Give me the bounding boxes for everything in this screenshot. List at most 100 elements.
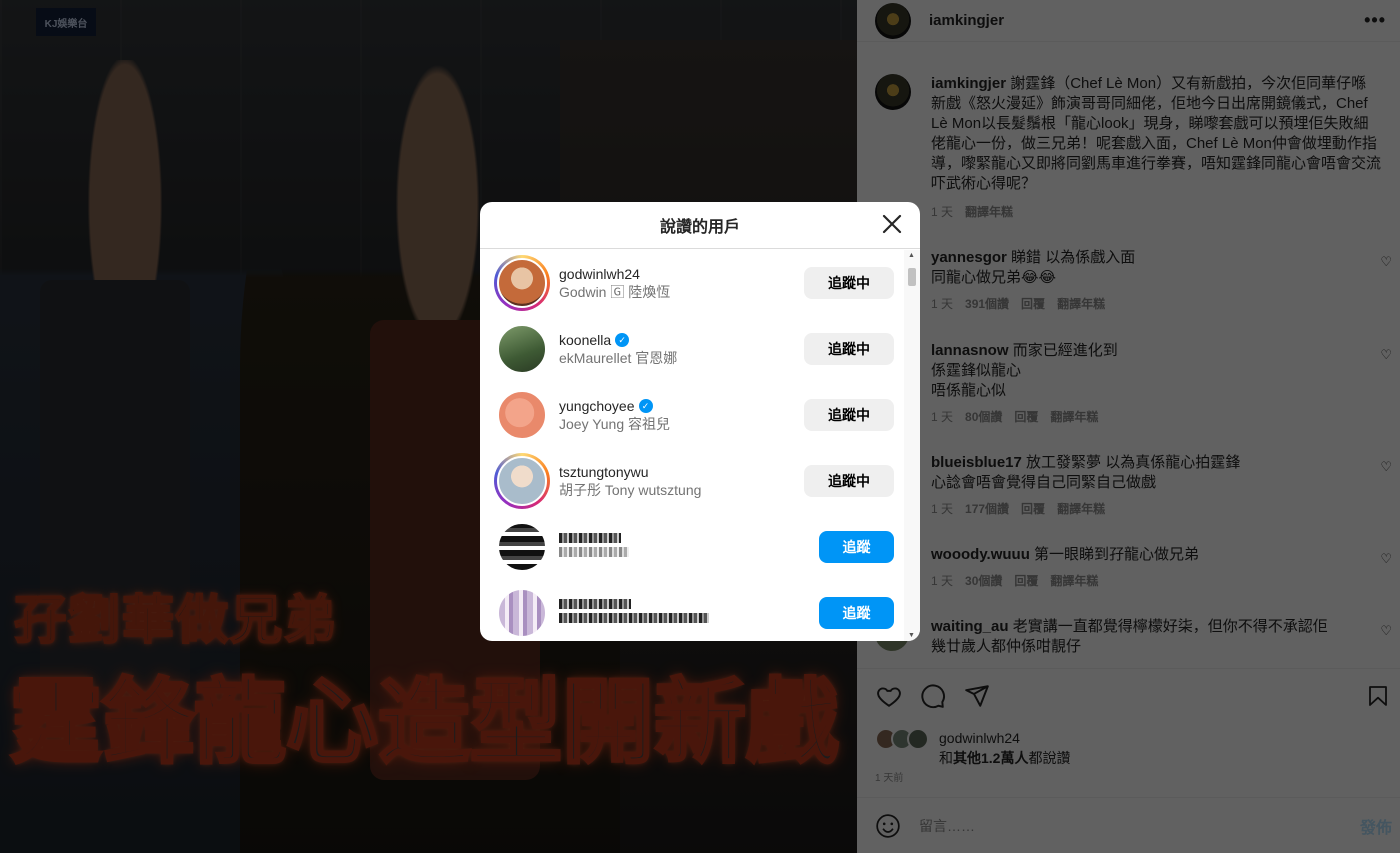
verified-badge-icon: ✓ [638,399,653,413]
liker-row: tsztungtonywu 胡子彤 Tony wutsztung 追蹤中 [480,448,904,514]
likes-dialog: 說讚的用戶 godwinlwh24 Godwin 🄶 陸煥恆 追蹤中 koone… [480,202,920,641]
liker-fullname: 胡子彤 Tony wutsztung [559,482,702,498]
comment-text: 放工發緊夢 以為真係龍心拍霆鋒 [1026,454,1241,471]
caption-translate[interactable]: 翻譯年糕 [965,202,1013,222]
comment-username[interactable]: blueisblue17 [931,454,1022,471]
avatar-frame[interactable] [494,321,550,377]
caption-avatar[interactable] [875,74,911,110]
follow-button[interactable]: 追蹤 [819,531,894,563]
avatar [497,324,547,374]
comment-reply-button[interactable]: 回覆 [1014,571,1038,591]
comment-like-heart-icon[interactable]: ♡ [1380,549,1392,569]
comment-translate[interactable]: 翻譯年糕 [1050,407,1098,427]
comment-translate[interactable]: 翻譯年糕 [1057,294,1105,314]
liker-username[interactable]: godwinlwh24 [559,265,640,283]
scrollbar-thumb[interactable] [908,268,916,286]
avatar-frame[interactable] [494,387,550,443]
avatar-frame[interactable] [494,585,550,641]
liker-username[interactable]: tsztungtonywu [559,463,649,481]
avatar [497,390,547,440]
verified-badge-icon: ✓ [615,333,630,347]
comment-item: lannasnow 而家已經進化到 係霆鋒似龍心 唔係龍心似 1 天 80個讚 … [857,341,1400,427]
like-heart-icon[interactable] [875,683,903,709]
comment-item: wooody.wuuu 第一眼睇到孖龍心做兄弟 1 天 30個讚 回覆 翻譯年糕… [857,545,1400,591]
liker-username[interactable]: koonella [559,331,611,349]
post-comment-button[interactable]: 發佈 [1360,814,1392,838]
comment-username[interactable]: lannasnow [931,342,1009,359]
comment-username[interactable]: wooody.wuuu [931,546,1030,563]
liker-row: 追蹤 [480,514,904,580]
avatar [497,258,547,308]
comment-reply-button[interactable]: 回覆 [1014,407,1038,427]
story-ring[interactable] [494,255,550,311]
comment-likes[interactable]: 391個讚 [965,294,1009,314]
comment-input[interactable]: 留言…… [919,816,975,836]
comment-likes[interactable]: 30個讚 [965,571,1002,591]
likes-first-user[interactable]: godwinlwh24 [939,728,1070,748]
following-button[interactable]: 追蹤中 [804,465,894,497]
liker-fullname: Joey Yung 容祖兒 [559,416,671,432]
comment-like-heart-icon[interactable]: ♡ [1380,457,1392,477]
liker-username[interactable]: yungchoyee [559,397,635,415]
comment-reply-button[interactable]: 回覆 [1021,499,1045,519]
comment-likes[interactable]: 177個讚 [965,499,1009,519]
comments-list[interactable]: iamkingjer 謝霆鋒（Chef Lè Mon）又有新戲拍，今次佢同華仔喺… [857,56,1400,668]
likers-list[interactable]: godwinlwh24 Godwin 🄶 陸煥恆 追蹤中 koonella ✓ e… [480,250,904,641]
comment-item: waiting_au 老實講一直都覺得檸檬好柒，但你不得不承認佢 幾廿歲人都仲係… [857,617,1400,657]
close-icon[interactable] [880,212,904,236]
likes-suffix: 都說讚 [1028,750,1071,766]
pixelated-fullname [559,547,629,557]
follow-button[interactable]: 追蹤 [819,597,894,629]
bookmark-save-icon[interactable] [1366,683,1390,709]
likes-summary[interactable]: godwinlwh24 和其他1.2萬人都說讚 [875,728,1070,768]
comment-translate[interactable]: 翻譯年糕 [1050,571,1098,591]
scroll-down-arrow-icon[interactable]: ▼ [908,632,915,639]
comment-time[interactable]: 1 天 [931,499,953,519]
story-ring[interactable] [494,453,550,509]
dialog-scrollbar[interactable]: ▲ ▼ [904,250,920,641]
pixelated-fullname [559,613,709,623]
caption-username[interactable]: iamkingjer [931,75,1006,92]
comment-text: 睇錯 以為係戲入面 [1011,249,1136,266]
post-actions-bar [857,668,1400,718]
following-button[interactable]: 追蹤中 [804,333,894,365]
comment-like-heart-icon[interactable]: ♡ [1380,345,1392,365]
liker-row: yungchoyee ✓ Joey Yung 容祖兒 追蹤中 [480,382,904,448]
caption-time[interactable]: 1 天 [931,202,953,222]
dialog-header: 說讚的用戶 [480,202,920,249]
avatar [497,456,547,506]
comment-reply-button[interactable]: 回覆 [1021,294,1045,314]
comment-like-heart-icon[interactable]: ♡ [1380,621,1392,641]
avatar-pixelated [497,522,547,572]
post-side-panel: iamkingjer ••• iamkingjer 謝霆鋒（Chef Lè Mo… [857,0,1400,853]
likes-count[interactable]: 其他1.2萬人 [953,750,1028,766]
comment-bubble-icon[interactable] [919,683,947,709]
author-avatar[interactable] [875,2,911,39]
comment-like-heart-icon[interactable]: ♡ [1380,252,1392,272]
liker-row: godwinlwh24 Godwin 🄶 陸煥恆 追蹤中 [480,250,904,316]
following-button[interactable]: 追蹤中 [804,399,894,431]
comment-text: 而家已經進化到 [1012,342,1118,359]
comment-time[interactable]: 1 天 [931,294,953,314]
share-send-icon[interactable] [963,683,991,709]
author-username[interactable]: iamkingjer [929,12,1004,29]
avatar-frame[interactable] [494,519,550,575]
caption: iamkingjer 謝霆鋒（Chef Lè Mon）又有新戲拍，今次佢同華仔喺… [857,56,1400,222]
comment-username[interactable]: yannesgor [931,249,1007,266]
following-button[interactable]: 追蹤中 [804,267,894,299]
comment-text: 係霆鋒似龍心 [931,362,1022,379]
liker-row: koonella ✓ ekMaurellet 官恩娜 追蹤中 [480,316,904,382]
liker-fullname: ekMaurellet 官恩娜 [559,350,678,366]
comment-username[interactable]: waiting_au [931,618,1009,635]
comment-time[interactable]: 1 天 [931,571,953,591]
post-timestamp[interactable]: 1 天前 [875,769,903,784]
more-horizontal-icon[interactable]: ••• [1364,10,1386,31]
emoji-smiley-icon[interactable] [875,813,901,839]
pixelated-username [559,599,631,609]
comment-time[interactable]: 1 天 [931,407,953,427]
comment-likes[interactable]: 80個讚 [965,407,1002,427]
avatar-pixelated [497,588,547,638]
scroll-up-arrow-icon[interactable]: ▲ [908,252,915,259]
comment-translate[interactable]: 翻譯年糕 [1057,499,1105,519]
caption-text: 謝霆鋒（Chef Lè Mon）又有新戲拍，今次佢同華仔喺新戲《怒火漫延》飾演哥… [931,75,1382,192]
